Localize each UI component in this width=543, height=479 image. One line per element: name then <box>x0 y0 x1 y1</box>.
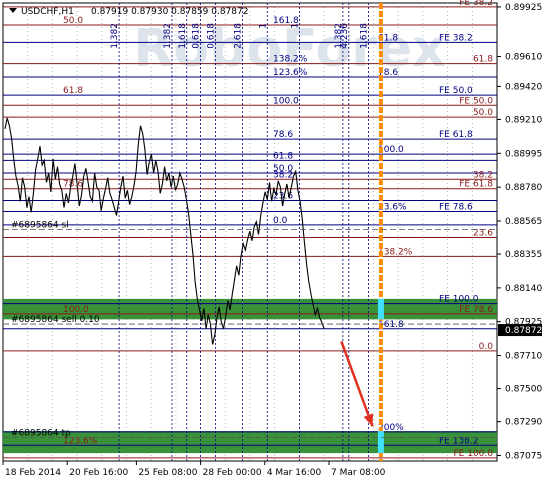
fib-level-label: FE 38.2 <box>439 33 473 43</box>
x-tick-label: 4 Mar 16:00 <box>267 468 322 478</box>
y-tick-label: 0.89210 <box>505 115 542 125</box>
fib-level-label: 100.0 <box>63 305 89 315</box>
x-tick-label: 20 Feb 16:00 <box>69 468 128 478</box>
order-label: #6895864 tp <box>11 428 71 438</box>
price-chart: RoboForex FE 38.250.0 161.861.8 FE 38.2138… <box>2 0 542 478</box>
order-label: #6895864 sl <box>11 221 69 231</box>
chart-symbol: USDCHF,H1 <box>21 7 74 17</box>
y-tick-label: 0.88995 <box>505 149 542 159</box>
fib-level-label: 138.2% <box>378 247 413 257</box>
fib-level-label: 61.8 <box>63 86 83 96</box>
time-fib-label: 4.236 <box>340 23 350 49</box>
fib-level-label: FE 78.6 <box>439 203 473 213</box>
time-fib-label: 1.382 <box>110 23 120 49</box>
fib-level-label: 61.8 <box>273 151 293 161</box>
time-fib-label: 2.618 <box>234 23 244 49</box>
y-tick-label: 0.88780 <box>505 183 542 193</box>
y-tick-label: 0.87290 <box>505 418 542 428</box>
fib-level-label: 78.6 <box>63 180 83 190</box>
time-fib-label: 1.618 <box>178 23 188 49</box>
fib-level-label: 0.0 <box>273 216 288 226</box>
y-tick-label: 0.88565 <box>505 217 542 227</box>
current-price-label: 0.87872 <box>505 326 542 336</box>
fib-level-label: 138.2% <box>273 55 308 65</box>
fib-level-label: FE 78.6 <box>459 305 493 315</box>
fib-level-label: 78.6 <box>273 130 293 140</box>
fib-level-label: FE 38.2 <box>459 0 493 8</box>
y-tick-label: 0.89420 <box>505 82 542 92</box>
time-fib-label: 0.618 <box>206 23 216 49</box>
fib-level-label: FE 61.8 <box>439 130 473 140</box>
time-fib-label: 1 <box>258 23 268 29</box>
x-tick-label: 25 Feb 08:00 <box>138 468 197 478</box>
x-tick-label: 28 Feb 00:00 <box>203 468 262 478</box>
fib-level-label: 38.2 <box>273 170 293 180</box>
time-fib-label: 1 <box>290 23 300 29</box>
y-tick-label: 0.88140 <box>505 284 542 294</box>
highlight-cross-lower <box>377 431 384 454</box>
chart-header: USDCHF,H1 0.87919 0.87930 0.87859 0.87872 <box>9 7 248 17</box>
fib-level-label: FE 100.0 <box>439 295 479 305</box>
fib-level-label: 50.0 <box>63 16 83 26</box>
fib-level-label: FE 50.0 <box>459 96 493 106</box>
order-label: #6895864 sell 0.10 <box>11 315 100 325</box>
fib-level-label: FE 100.0 <box>454 449 494 459</box>
y-tick-label: 0.87710 <box>505 352 542 362</box>
fib-level-label: 123.6% <box>273 68 308 78</box>
fib-level-label: 100.0 <box>273 96 299 106</box>
y-tick-label: 0.87075 <box>505 451 542 461</box>
x-tick-label: 7 Mar 08:00 <box>331 468 386 478</box>
fib-level-label: 0.0 <box>479 342 494 352</box>
highlight-cross-upper <box>377 298 384 320</box>
fib-level-label: FE 61.8 <box>459 180 493 190</box>
x-tick-label: 18 Feb 2014 <box>5 468 61 478</box>
y-tick-label: 0.87500 <box>505 385 542 395</box>
fib-level-label: 50.0 <box>473 108 493 118</box>
y-tick-label: 0.89610 <box>505 53 542 63</box>
time-fib-label: 0.618 <box>192 23 202 49</box>
time-fib-label: 1.382 <box>163 23 173 49</box>
chart-ohlc: 0.87919 0.87930 0.87859 0.87872 <box>91 7 248 17</box>
time-fib-label: 1.618 <box>360 23 370 49</box>
fib-level-label: FE 50.0 <box>439 86 473 96</box>
fib-level-label: 61.8 <box>473 55 493 65</box>
y-tick-label: 0.88355 <box>505 250 542 260</box>
y-tick-label: 0.89925 <box>505 3 542 13</box>
